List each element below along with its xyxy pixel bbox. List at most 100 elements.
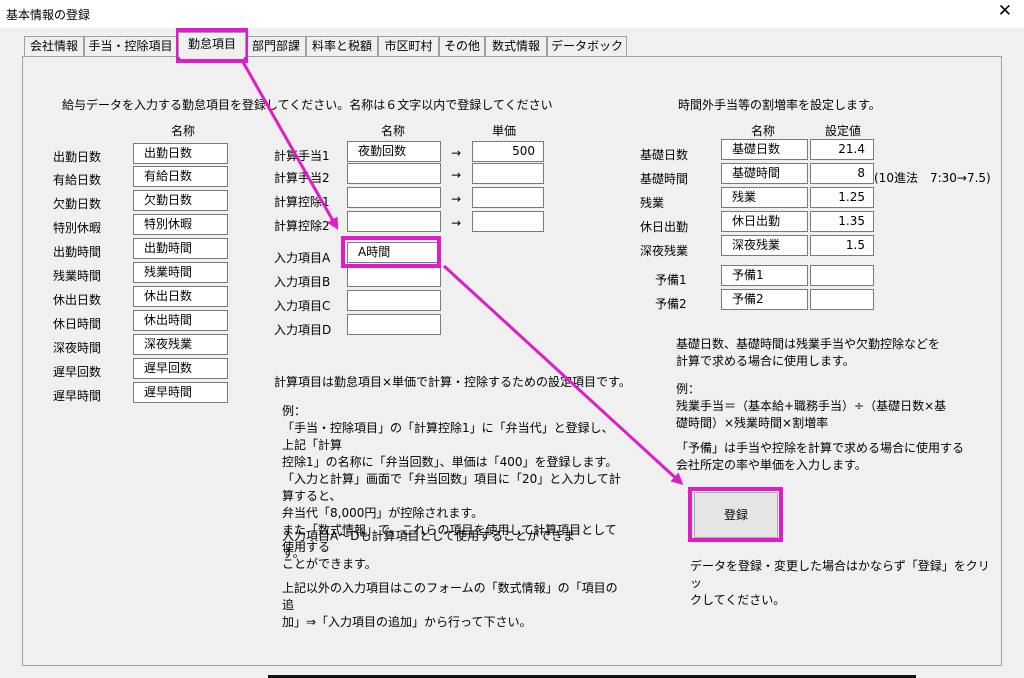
- price-header: 単価: [492, 124, 517, 138]
- middle-name-header: 名称: [381, 124, 406, 138]
- base-time-note: (10進法 7:30→7.5): [874, 171, 991, 185]
- calc-item-name-input[interactable]: [347, 211, 441, 232]
- tab-other[interactable]: その他: [439, 36, 485, 56]
- note-line: 「手当・控除項目」の「計算控除1」に「弁当代」と登録し、上記「計算: [282, 421, 614, 452]
- arrow-right-icon: →: [451, 168, 462, 182]
- tab-rates-tax[interactable]: 料率と税額: [306, 36, 378, 56]
- tab-attendance[interactable]: 勤怠項目: [178, 32, 246, 57]
- note-line: クしてください。: [690, 593, 786, 607]
- calc-item-price-input[interactable]: [472, 211, 544, 232]
- attendance-name-input[interactable]: 有給日数: [133, 166, 228, 187]
- rate-name-input[interactable]: 基礎日数: [721, 139, 808, 160]
- rate-value-input[interactable]: 1.25: [810, 187, 874, 208]
- note-line: 「入力と計算」画面で「弁当回数」項目に「20」と入力して計算すると、: [282, 472, 621, 503]
- note-line: 上記以外の入力項目はこのフォームの「数式情報」の「項目の追: [282, 581, 618, 612]
- attendance-label: 休日時間: [53, 317, 102, 331]
- note-line: 「予備」は手当や控除を計算で求める場合に使用する: [676, 441, 965, 455]
- reserve-value-input[interactable]: [810, 289, 874, 310]
- attendance-name-input[interactable]: 残業時間: [133, 262, 228, 283]
- attendance-name-input[interactable]: 遅早時間: [133, 382, 228, 403]
- input-item-name-input[interactable]: [347, 266, 441, 287]
- window-title: 基本情報の登録: [6, 8, 91, 22]
- rate-name-input[interactable]: 残業: [721, 187, 808, 208]
- attendance-name-input[interactable]: 出勤時間: [133, 238, 228, 259]
- reserve-label: 予備2: [655, 297, 687, 311]
- overtime-example-note: 例： 残業手当＝（基本給+職務手当）÷（基礎日数×基 礎時間）×残業時間×割増率: [676, 381, 976, 432]
- rate-label: 基礎時間: [640, 172, 689, 186]
- attendance-label: 出勤時間: [53, 245, 102, 259]
- note-line: 例：: [676, 382, 701, 396]
- rate-name-input[interactable]: 深夜残業: [721, 235, 808, 256]
- rate-value-input[interactable]: 1.5: [810, 235, 874, 256]
- attendance-name-input[interactable]: 欠勤日数: [133, 190, 228, 211]
- reserve-name-input[interactable]: 予備1: [721, 265, 808, 286]
- rate-instruction: 時間外手当等の割増率を設定します。: [678, 98, 881, 112]
- close-icon[interactable]: ✕: [998, 1, 1012, 21]
- rate-value-input[interactable]: 21.4: [810, 139, 874, 160]
- tab-municipality[interactable]: 市区町村: [378, 36, 439, 56]
- input-item-name-input[interactable]: [347, 290, 441, 311]
- attendance-label: 残業時間: [53, 269, 102, 283]
- reserve-value-input[interactable]: [810, 265, 874, 286]
- note-line: 礎時間）×残業時間×割増率: [676, 416, 829, 430]
- reserve-name-input[interactable]: 予備2: [721, 289, 808, 310]
- calc-item-name-input[interactable]: 夜勤回数: [347, 141, 441, 162]
- arrow-right-icon: →: [451, 192, 462, 206]
- attendance-name-input[interactable]: 休出時間: [133, 310, 228, 331]
- note-line: す。: [282, 546, 305, 560]
- title-bar: 基本情報の登録 ✕: [0, 0, 1024, 28]
- calc-item-name-input[interactable]: [347, 163, 441, 184]
- tab-company-info[interactable]: 会社情報: [24, 36, 84, 56]
- note-line: データを登録・変更した場合はかならず「登録」をクリッ: [690, 559, 990, 590]
- input-item-label: 入力項目C: [274, 299, 331, 313]
- rate-value-input[interactable]: 1.35: [810, 211, 874, 232]
- attendance-instruction: 給与データを入力する勤怠項目を登録してください。名称は６文字以内で登録してくださ…: [62, 98, 553, 112]
- note-line: 入力項目A～Dも計算項目として使用することができま: [282, 529, 576, 543]
- calc-item-price-input[interactable]: [472, 187, 544, 208]
- calc-item-label: 計算控除2: [274, 219, 330, 233]
- attendance-label: 出勤日数: [53, 150, 102, 164]
- tab-department[interactable]: 部門部課: [246, 36, 306, 56]
- attendance-name-input[interactable]: 遅早回数: [133, 358, 228, 379]
- attendance-name-input[interactable]: 特別休暇: [133, 214, 228, 235]
- rate-value-input[interactable]: 8: [810, 163, 874, 184]
- register-button[interactable]: 登録: [694, 492, 778, 538]
- note-line: 加」⇒「入力項目の追加」から行って下さい。: [282, 615, 532, 629]
- left-name-header: 名称: [171, 124, 196, 138]
- tab-databox[interactable]: データボックス: [547, 36, 627, 72]
- tab-allowance-deduction[interactable]: 手当・控除項目: [84, 36, 177, 56]
- rate-label: 基礎日数: [640, 148, 689, 162]
- attendance-name-input[interactable]: 休出日数: [133, 286, 228, 307]
- input-note: 入力項目A～Dも計算項目として使用することができま す。: [282, 528, 582, 562]
- value-header: 設定値: [825, 124, 862, 138]
- note-line: 控除1」の名称に「弁当回数」、単価は「400」を登録します。: [282, 455, 618, 469]
- right-name-header: 名称: [751, 124, 776, 138]
- reserve-label: 予備1: [655, 273, 687, 287]
- calc-item-price-input[interactable]: [472, 163, 544, 184]
- input-item-label: 入力項目D: [274, 323, 332, 337]
- tab-formula[interactable]: 数式情報: [485, 36, 547, 56]
- attendance-name-input[interactable]: 深夜残業: [133, 334, 228, 355]
- calc-item-label: 計算控除1: [274, 195, 330, 209]
- basis-note: 基礎日数、基礎時間は残業手当や欠勤控除などを 計算で求める場合に使用します。: [676, 336, 976, 370]
- calc-note-heading: 計算項目は勤怠項目×単価で計算・控除するための設定項目です。: [274, 375, 631, 389]
- note-line: 例：: [282, 404, 307, 418]
- attendance-label: 欠勤日数: [53, 197, 102, 211]
- calc-item-label: 計算手当2: [274, 171, 330, 185]
- attendance-name-input[interactable]: 出勤日数: [133, 143, 228, 164]
- rate-name-input[interactable]: 休日出勤: [721, 211, 808, 232]
- note-line: 計算で求める場合に使用します。: [676, 354, 855, 368]
- input-item-name-input[interactable]: A時間: [347, 242, 441, 263]
- attendance-label: 休出日数: [53, 293, 102, 307]
- calc-item-label: 計算手当1: [274, 149, 330, 163]
- note-line: 基礎日数、基礎時間は残業手当や欠勤控除などを: [676, 337, 941, 351]
- calc-item-price-input[interactable]: 500: [472, 141, 544, 162]
- calc-item-name-input[interactable]: [347, 187, 441, 208]
- input-item-name-input[interactable]: [347, 314, 441, 335]
- attendance-label: 特別休暇: [53, 221, 102, 235]
- input-item-label: 入力項目A: [274, 251, 331, 265]
- rate-name-input[interactable]: 基礎時間: [721, 163, 808, 184]
- register-note: データを登録・変更した場合はかならず「登録」をクリックしてください。: [690, 558, 990, 609]
- input-item-label: 入力項目B: [274, 275, 331, 289]
- arrow-right-icon: →: [451, 216, 462, 230]
